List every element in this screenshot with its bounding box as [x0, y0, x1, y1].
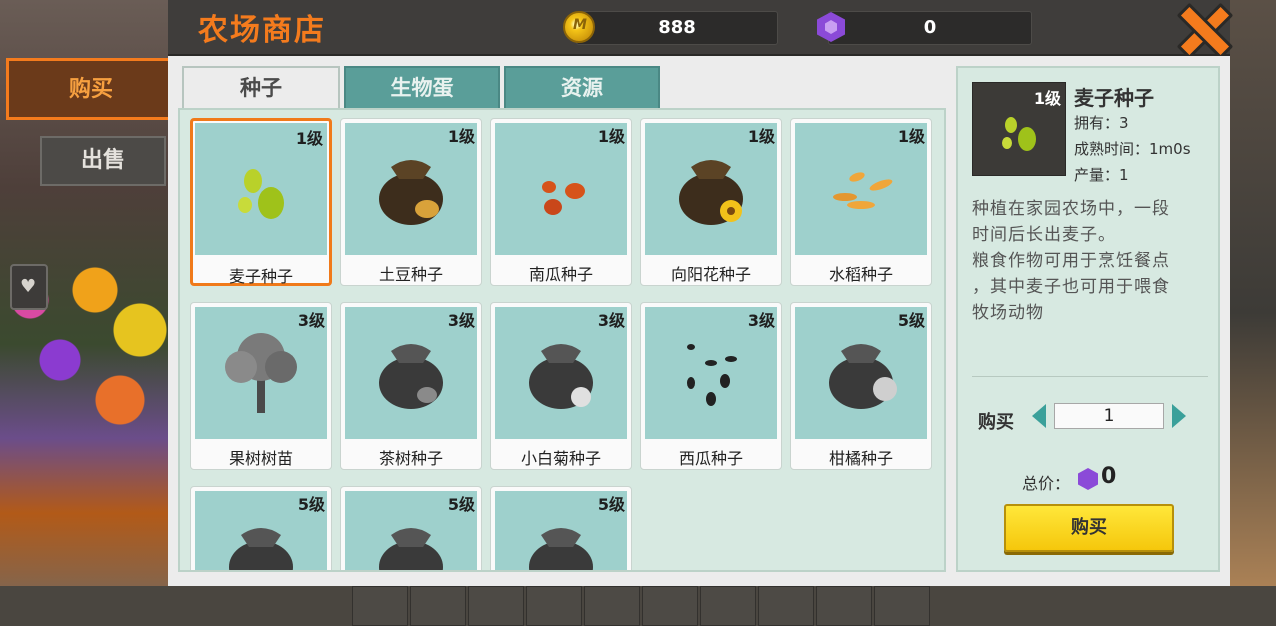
- item-card[interactable]: 1级 南瓜种子: [490, 118, 632, 286]
- item-card[interactable]: 3级 小白菊种子: [490, 302, 632, 470]
- item-name: 水稻种子: [828, 265, 893, 284]
- hotbar: [352, 586, 932, 626]
- item-name: 南瓜种子: [528, 265, 593, 284]
- tab-seeds[interactable]: 种子: [182, 66, 340, 112]
- sell-tab[interactable]: 出售: [40, 136, 166, 186]
- close-icon[interactable]: [1176, 2, 1226, 52]
- hotbar-slot[interactable]: [410, 586, 466, 626]
- detail-item-image: 1级: [972, 82, 1066, 176]
- divider: [972, 376, 1208, 377]
- item-name: 土豆种子: [378, 265, 443, 284]
- hotbar-slot[interactable]: [874, 586, 930, 626]
- item-level: 3级: [747, 311, 775, 330]
- buy-button[interactable]: 购买: [1004, 504, 1174, 552]
- item-level: 1级: [897, 127, 925, 146]
- detail-description: 种植在家园农场中，一段 时间后长出麦子。 粮食作物可用于烹饪餐点 ，其中麦子也可…: [972, 196, 1208, 326]
- item-card[interactable]: 1级 向阳花种子: [640, 118, 782, 286]
- shop-header: 农场商店 888 0: [168, 0, 1230, 56]
- background-scenery-right: [1230, 0, 1276, 626]
- item-card[interactable]: 1级 麦子种子: [190, 118, 332, 286]
- shop-title: 农场商店: [198, 13, 326, 48]
- description-line: 种植在家园农场中，一段: [972, 199, 1170, 219]
- description-line: ，其中麦子也可用于喂食: [972, 277, 1170, 297]
- item-level: 5级: [297, 495, 325, 514]
- item-card[interactable]: 5级 柑橘种子: [790, 302, 932, 470]
- item-level: 3级: [297, 311, 325, 330]
- item-card[interactable]: 3级 茶树种子: [340, 302, 482, 470]
- detail-item-level: 1级: [1033, 89, 1061, 108]
- item-grid: 1级 麦子种子 1级 土豆种子 1级 南瓜种子 1级 向阳花种子 1级 水稻种子…: [178, 108, 946, 572]
- increase-arrow-icon[interactable]: [1172, 404, 1186, 428]
- hotbar-slot[interactable]: [584, 586, 640, 626]
- shop-panel: 种子 生物蛋 资源 1级 麦子种子 1级 土豆种子 1级 南瓜种子 1级 向阳花…: [168, 56, 1230, 586]
- hotbar-slot[interactable]: [642, 586, 698, 626]
- item-level: 1级: [747, 127, 775, 146]
- item-level: 1级: [597, 127, 625, 146]
- mature-time-value: 1m0s: [1149, 140, 1191, 158]
- item-name: 柑橘种子: [828, 449, 893, 468]
- gem-icon: [1078, 468, 1098, 490]
- item-level: 5级: [897, 311, 925, 330]
- item-level: 3级: [447, 311, 475, 330]
- detail-item-title: 麦子种子: [1074, 86, 1154, 110]
- item-level: 3级: [597, 311, 625, 330]
- total-price-value: 0: [1101, 464, 1117, 489]
- hotbar-slot[interactable]: [700, 586, 756, 626]
- item-card[interactable]: 5级: [340, 486, 482, 570]
- item-card[interactable]: 1级 土豆种子: [340, 118, 482, 286]
- quantity-input[interactable]: 1: [1054, 403, 1164, 429]
- item-card[interactable]: 3级 西瓜种子: [640, 302, 782, 470]
- gem-counter: 0: [817, 11, 1032, 45]
- item-card[interactable]: 1级 水稻种子: [790, 118, 932, 286]
- item-detail-panel: 1级 麦子种子 拥有：3 成熟时间：1m0s 产量：1 种植在家园农场中，一段 …: [956, 66, 1220, 572]
- item-name: 小白菊种子: [520, 449, 601, 468]
- description-line: 牧场动物: [972, 303, 1044, 323]
- item-level: 5级: [597, 495, 625, 514]
- detail-yield: 产量：1: [1074, 166, 1129, 184]
- item-level: 5级: [447, 495, 475, 514]
- hotbar-slot[interactable]: [526, 586, 582, 626]
- home-icon[interactable]: [10, 264, 48, 310]
- item-name: 麦子种子: [228, 267, 293, 286]
- tab-resources[interactable]: 资源: [504, 66, 660, 110]
- hotbar-slot[interactable]: [468, 586, 524, 626]
- coin-value: 888: [658, 17, 696, 38]
- item-card[interactable]: 5级: [190, 486, 332, 570]
- hotbar-slot[interactable]: [352, 586, 408, 626]
- item-name: 茶树种子: [378, 449, 443, 468]
- item-level: 1级: [447, 127, 475, 146]
- description-line: 时间后长出麦子。: [972, 225, 1116, 245]
- item-name: 西瓜种子: [678, 449, 743, 468]
- decrease-arrow-icon[interactable]: [1032, 404, 1046, 428]
- item-card[interactable]: 5级: [490, 486, 632, 570]
- total-price-label: 总价：: [1022, 474, 1071, 493]
- item-card[interactable]: 3级 果树树苗: [190, 302, 332, 470]
- description-line: 粮食作物可用于烹饪餐点: [972, 251, 1170, 271]
- coin-counter: 888: [563, 11, 778, 45]
- item-name: 向阳花种子: [670, 265, 751, 284]
- buy-tab[interactable]: 购买: [6, 58, 176, 120]
- hotbar-slot[interactable]: [758, 586, 814, 626]
- mature-time-label: 成熟时间：: [1074, 140, 1150, 158]
- detail-owned: 拥有：3: [1074, 114, 1129, 132]
- gem-value: 0: [923, 17, 937, 38]
- item-level: 1级: [295, 129, 323, 148]
- detail-mature-time: 成熟时间：1m0s: [1074, 138, 1191, 159]
- hotbar-slot[interactable]: [816, 586, 872, 626]
- item-name: 果树树苗: [228, 449, 293, 468]
- tab-eggs[interactable]: 生物蛋: [344, 66, 500, 110]
- quantity-label: 购买: [978, 412, 1014, 433]
